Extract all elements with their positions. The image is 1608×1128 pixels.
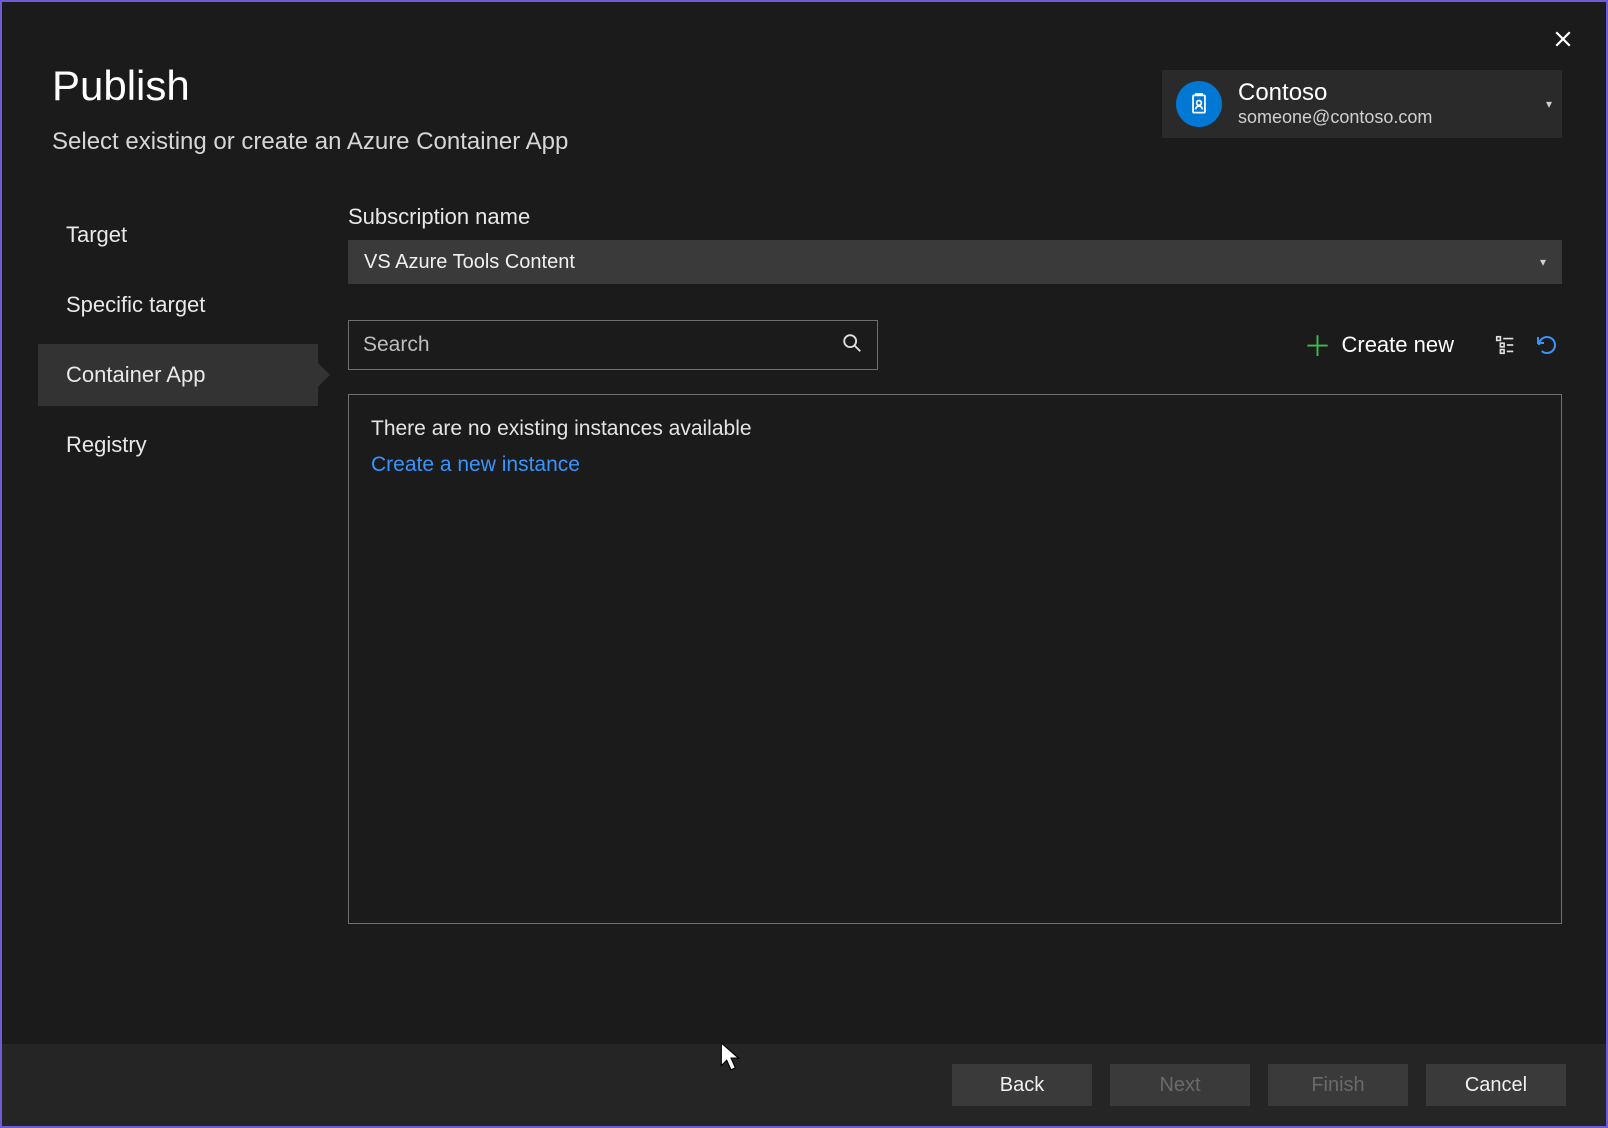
chevron-down-icon: ▾	[1546, 97, 1552, 111]
next-label: Next	[1159, 1074, 1200, 1097]
sidebar-item-registry[interactable]: Registry	[38, 414, 318, 476]
account-badge-icon	[1176, 81, 1222, 127]
sidebar-item-label: Container App	[66, 362, 205, 387]
back-label: Back	[1000, 1074, 1044, 1097]
search-icon	[841, 332, 863, 359]
sidebar-item-target[interactable]: Target	[38, 204, 318, 266]
tree-list-icon	[1494, 334, 1516, 356]
search-input[interactable]	[363, 333, 841, 357]
account-email: someone@contoso.com	[1238, 107, 1548, 128]
wizard-steps-sidebar: Target Specific target Container App Reg…	[38, 204, 318, 924]
finish-label: Finish	[1311, 1074, 1364, 1097]
search-box[interactable]	[348, 320, 878, 370]
refresh-icon	[1535, 333, 1559, 357]
chevron-down-icon: ▾	[1540, 255, 1546, 269]
plus-icon: ＋	[1303, 325, 1331, 365]
empty-instances-message: There are no existing instances availabl…	[371, 417, 1539, 441]
cancel-label: Cancel	[1465, 1074, 1527, 1097]
sidebar-item-container-app[interactable]: Container App	[38, 344, 318, 406]
view-mode-button[interactable]	[1490, 330, 1520, 360]
close-button[interactable]	[1548, 24, 1578, 54]
next-button: Next	[1110, 1064, 1250, 1106]
refresh-button[interactable]	[1532, 330, 1562, 360]
subscription-dropdown[interactable]: VS Azure Tools Content ▾	[348, 240, 1562, 284]
create-new-label: Create new	[1341, 332, 1454, 358]
subscription-value: VS Azure Tools Content	[364, 251, 575, 274]
dialog-footer: Back Next Finish Cancel	[2, 1044, 1606, 1126]
sidebar-item-specific-target[interactable]: Specific target	[38, 274, 318, 336]
account-picker[interactable]: Contoso someone@contoso.com ▾	[1162, 70, 1562, 138]
create-instance-link[interactable]: Create a new instance	[371, 453, 580, 477]
sidebar-item-label: Registry	[66, 432, 147, 457]
back-button[interactable]: Back	[952, 1064, 1092, 1106]
finish-button: Finish	[1268, 1064, 1408, 1106]
create-new-button[interactable]: ＋ Create new	[1303, 325, 1454, 365]
main-panel: Subscription name VS Azure Tools Content…	[318, 204, 1606, 924]
instances-panel: There are no existing instances availabl…	[348, 394, 1562, 924]
cancel-button[interactable]: Cancel	[1426, 1064, 1566, 1106]
account-name: Contoso	[1238, 80, 1548, 106]
account-text: Contoso someone@contoso.com	[1238, 80, 1548, 127]
sidebar-item-label: Specific target	[66, 292, 205, 317]
close-icon	[1554, 30, 1572, 48]
subscription-label: Subscription name	[348, 204, 1562, 230]
sidebar-item-label: Target	[66, 222, 127, 247]
